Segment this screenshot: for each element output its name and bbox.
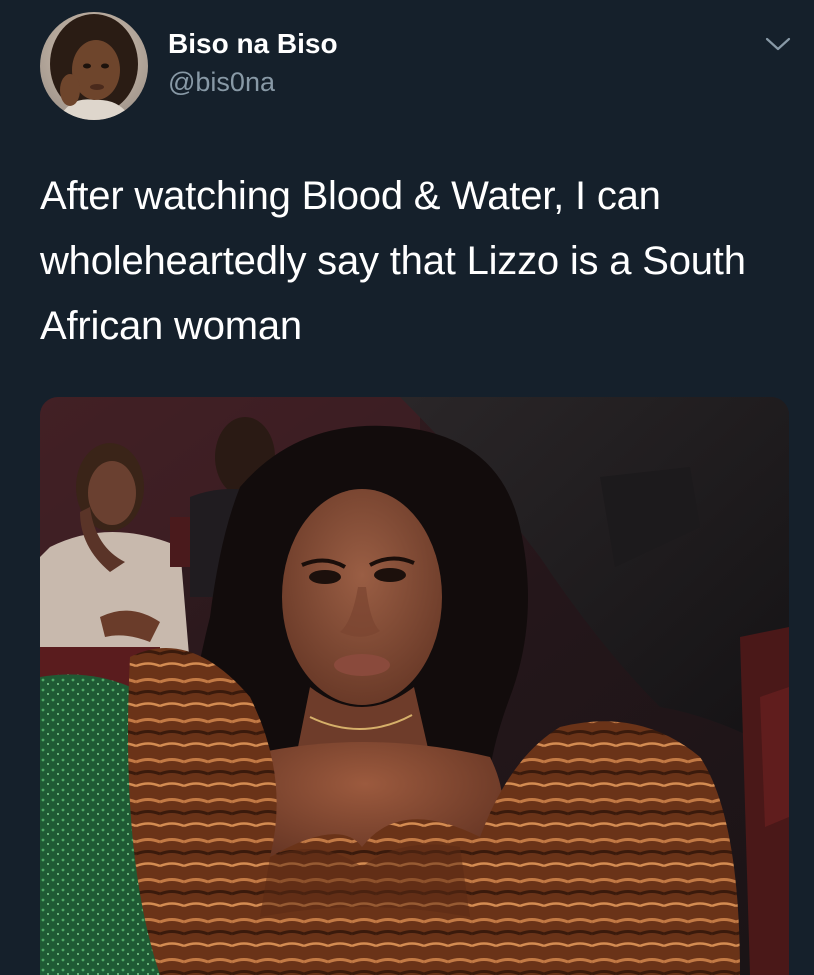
tweet-card: Biso na Biso @bis0na After watching Bloo…	[0, 0, 814, 975]
tweet-text: After watching Blood & Water, I can whol…	[40, 174, 746, 348]
chevron-down-icon[interactable]	[762, 32, 794, 56]
tweet-photo[interactable]	[40, 397, 789, 975]
avatar[interactable]	[40, 12, 148, 120]
author-names: Biso na Biso @bis0na	[168, 12, 338, 99]
author-handle[interactable]: @bis0na	[168, 65, 338, 99]
author-display-name[interactable]: Biso na Biso	[168, 27, 338, 61]
photo-image	[40, 397, 789, 975]
tweet-header: Biso na Biso @bis0na	[40, 12, 338, 122]
avatar-photo	[40, 12, 148, 120]
